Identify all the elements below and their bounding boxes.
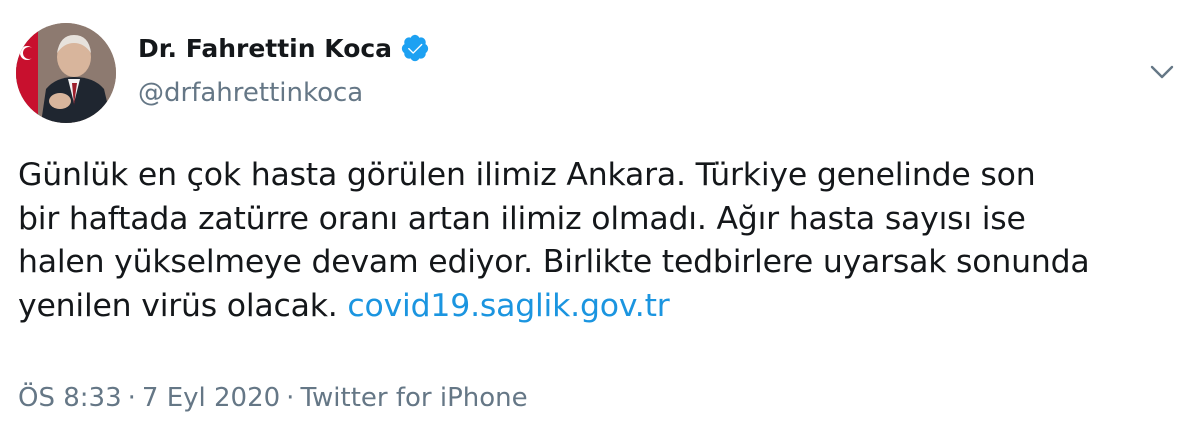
verified-badge-icon [400, 33, 430, 63]
author-display-name[interactable]: Dr. Fahrettin Koca [138, 34, 392, 63]
tweet-source[interactable]: Twitter for iPhone [300, 383, 527, 413]
tweet-date[interactable]: 7 Eyl 2020 [142, 383, 280, 413]
tweet-card: Dr. Fahrettin Koca @drfahrettinkoca Günl… [0, 0, 1200, 433]
meta-separator: · [127, 383, 136, 413]
author-name-row: Dr. Fahrettin Koca [138, 33, 430, 63]
avatar-image [16, 23, 116, 123]
avatar[interactable] [16, 23, 116, 123]
meta-separator: · [286, 383, 295, 413]
tweet-text: Günlük en çok hasta görülen ilimiz Ankar… [18, 154, 1188, 328]
tweet-link[interactable]: covid19.saglik.gov.tr [347, 288, 669, 324]
tweet-meta: ÖS 8:33 · 7 Eyl 2020 · Twitter for iPhone [18, 383, 528, 413]
tweet-time[interactable]: ÖS 8:33 [18, 383, 122, 413]
author-handle[interactable]: @drfahrettinkoca [138, 78, 363, 108]
chevron-down-icon[interactable] [1146, 56, 1178, 88]
